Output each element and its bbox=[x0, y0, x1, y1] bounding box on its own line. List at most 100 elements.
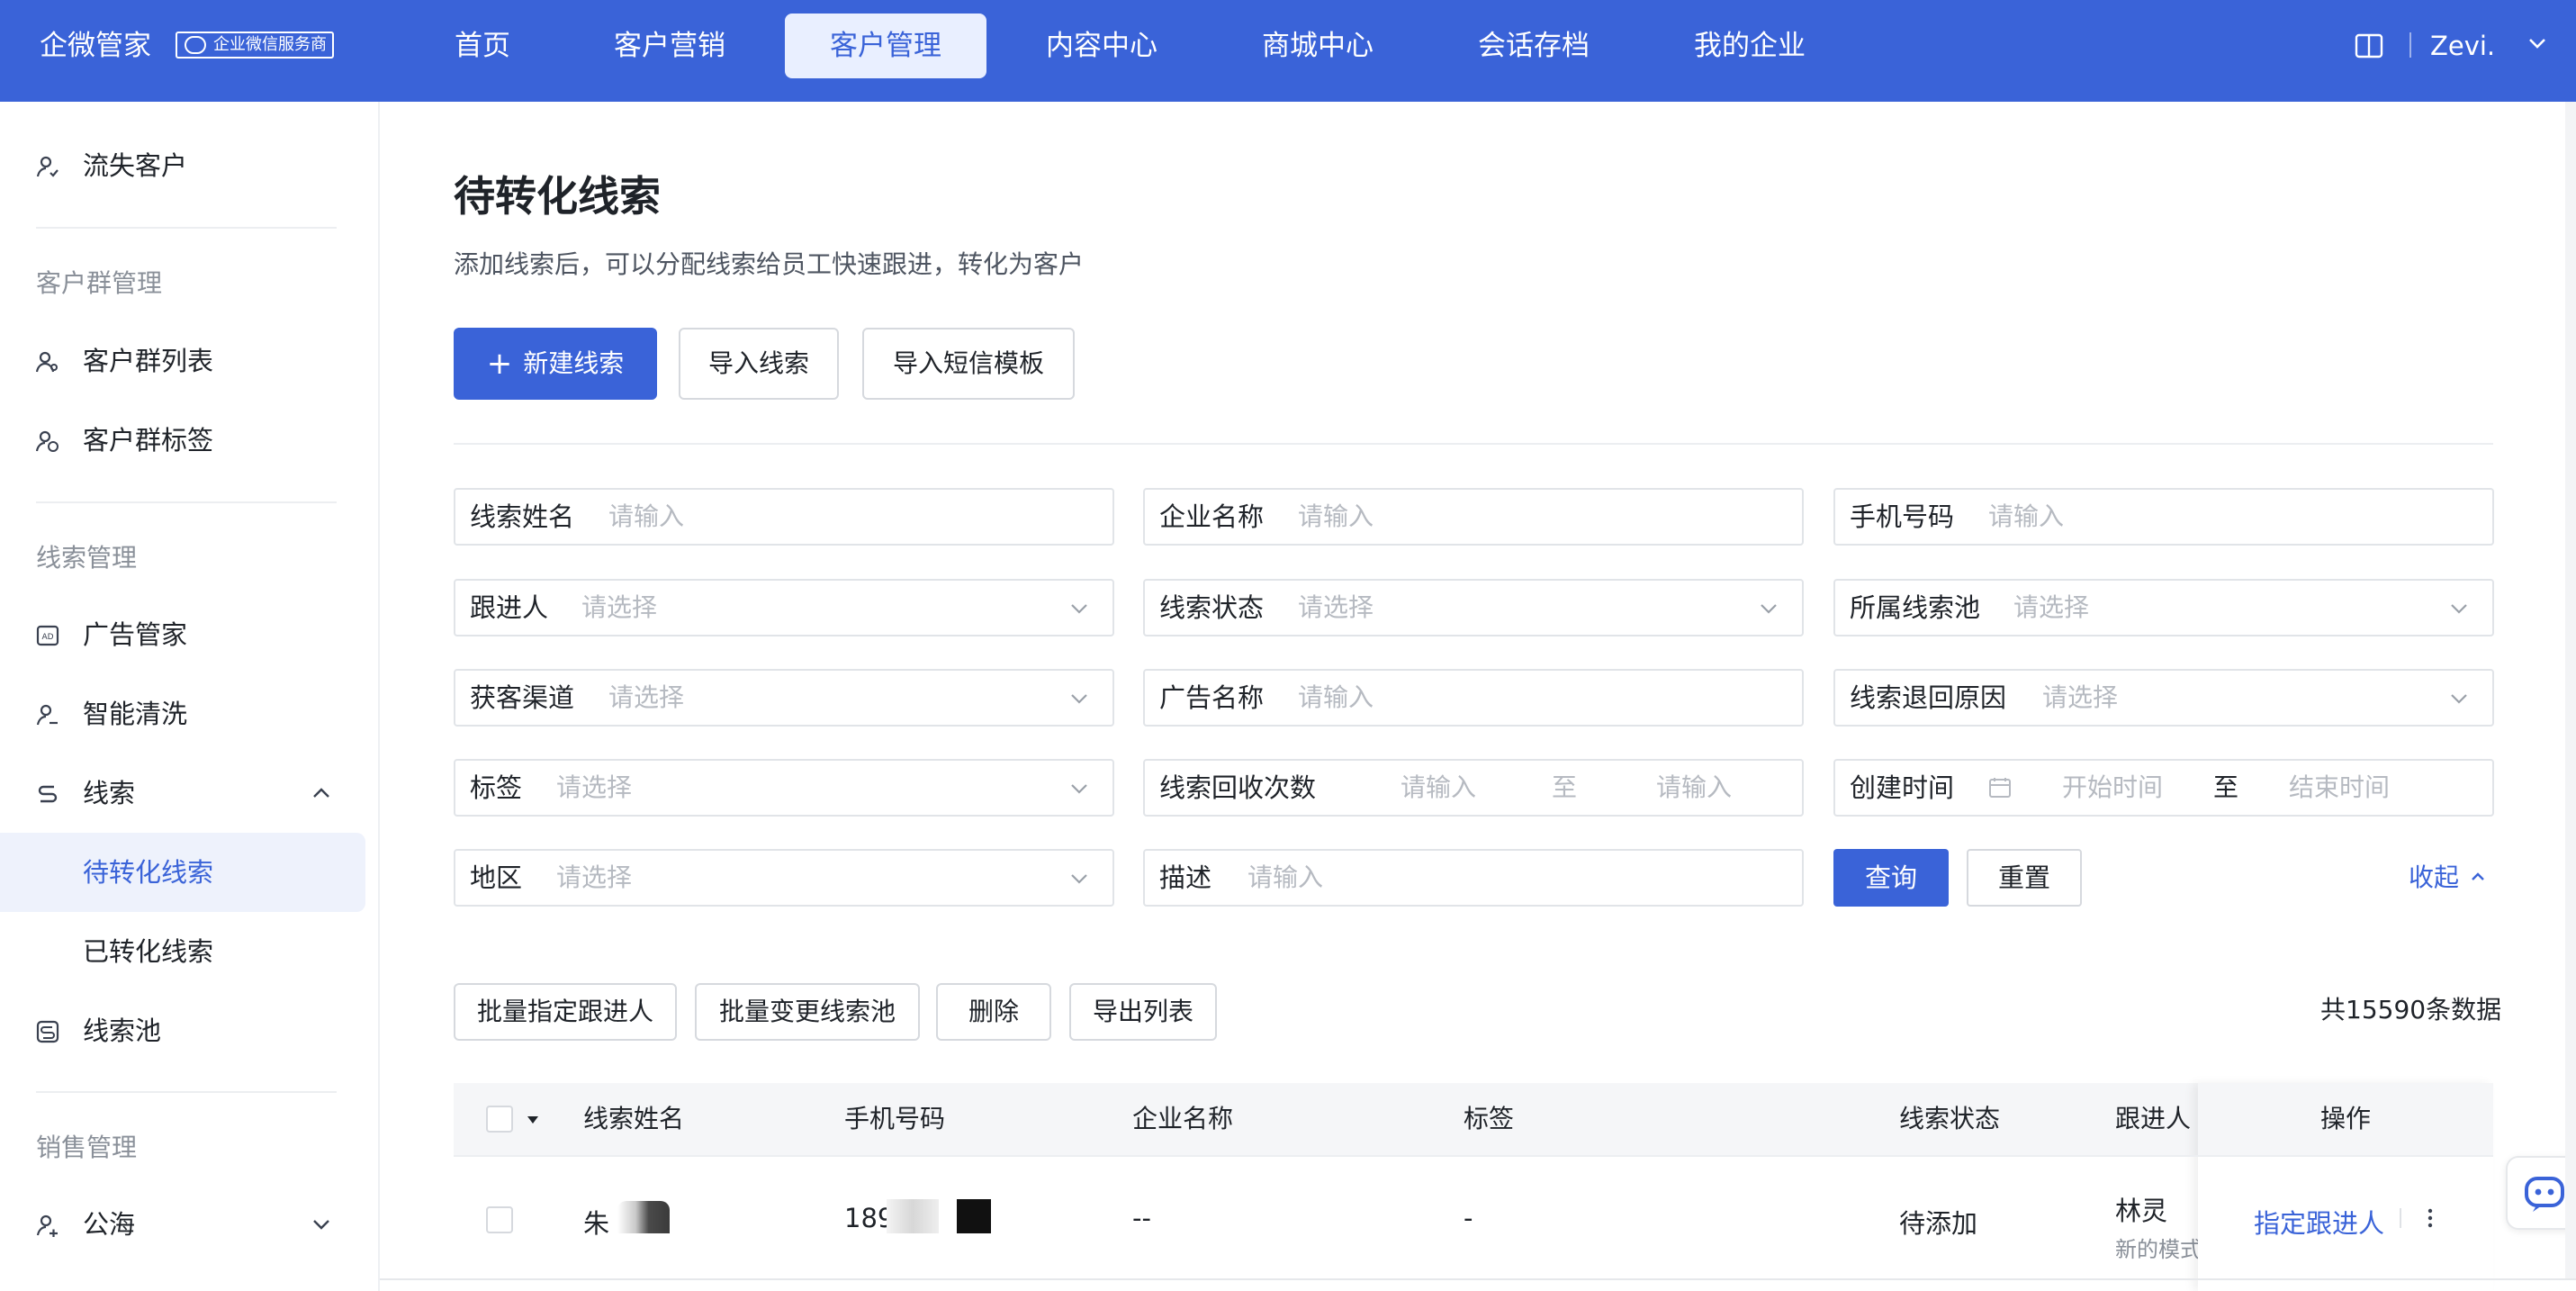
sidebar-item-high-seas[interactable]: 公海 bbox=[0, 1185, 365, 1264]
logo-text: 企微管家 bbox=[40, 30, 151, 62]
lead-name-placeholder: 请输入 bbox=[608, 501, 685, 531]
page-scrollbar[interactable] bbox=[2565, 102, 2576, 1278]
batch-assign-follower-button[interactable]: 批量指定跟进人 bbox=[454, 983, 677, 1041]
ad-icon: AD bbox=[36, 625, 59, 646]
more-icon[interactable] bbox=[2425, 1205, 2436, 1231]
phone-field[interactable]: 手机号码 请输入 bbox=[1833, 488, 2494, 546]
recycle-count-to-input[interactable]: 请输入 bbox=[1656, 761, 1732, 815]
batch-change-pool-button[interactable]: 批量变更线索池 bbox=[695, 983, 920, 1041]
column-header-phone: 手机号码 bbox=[844, 1104, 946, 1133]
created-time-label: 创建时间 bbox=[1850, 772, 1955, 803]
group-tag-icon bbox=[36, 430, 59, 452]
lead-name-label: 线索姓名 bbox=[470, 501, 575, 532]
nav-home[interactable]: 首页 bbox=[428, 14, 536, 78]
start-time-input[interactable]: 开始时间 bbox=[2062, 761, 2163, 815]
chevron-down-icon bbox=[2451, 604, 2467, 614]
column-header-company: 企业名称 bbox=[1132, 1104, 1234, 1133]
lead-status-select[interactable]: 线索状态 请选择 bbox=[1143, 579, 1804, 636]
sidebar-item-label: 智能清洗 bbox=[83, 699, 188, 729]
channel-select[interactable]: 获客渠道 请选择 bbox=[454, 669, 1114, 727]
lead-name-field[interactable]: 线索姓名 请输入 bbox=[454, 488, 1114, 546]
nav-customer-marketing[interactable]: 客户营销 bbox=[599, 14, 740, 78]
reset-button[interactable]: 重置 bbox=[1967, 849, 2082, 907]
sidebar-item-lost-customers[interactable]: 流失客户 bbox=[0, 126, 365, 205]
chevron-down-icon bbox=[2451, 694, 2467, 704]
lead-name-cell[interactable]: 朱 bbox=[583, 1203, 609, 1241]
table-header-divider bbox=[454, 1155, 2493, 1157]
column-header-lead-name: 线索姓名 bbox=[583, 1104, 685, 1133]
lead-icon bbox=[38, 785, 58, 803]
tags-placeholder: 请选择 bbox=[556, 772, 633, 802]
chat-bot-icon bbox=[2525, 1177, 2564, 1212]
user-name[interactable]: Zevi. bbox=[2430, 27, 2495, 65]
company-label: 企业名称 bbox=[1159, 501, 1265, 532]
sidebar-subitem-converted-leads[interactable]: 已转化线索 bbox=[0, 912, 365, 991]
range-to-label: 至 bbox=[1552, 772, 1578, 802]
company-placeholder: 请输入 bbox=[1298, 501, 1374, 531]
new-lead-label: 新建线索 bbox=[523, 348, 625, 378]
chevron-down-icon[interactable] bbox=[311, 1217, 331, 1232]
created-time-range[interactable]: 创建时间 开始时间 至 结束时间 bbox=[1833, 759, 2494, 817]
service-provider-label: 企业微信服务商 bbox=[213, 35, 327, 54]
lead-status-label: 线索状态 bbox=[1159, 592, 1265, 623]
export-list-button[interactable]: 导出列表 bbox=[1069, 983, 1217, 1041]
wecom-logo-icon bbox=[185, 36, 206, 54]
company-cell: -- bbox=[1132, 1203, 1151, 1233]
sidebar-item-group-list[interactable]: 客户群列表 bbox=[0, 321, 365, 401]
channel-placeholder: 请选择 bbox=[608, 682, 685, 712]
sidebar-item-label: 公海 bbox=[83, 1209, 136, 1240]
sidebar-item-smart-clean[interactable]: 智能清洗 bbox=[0, 674, 365, 754]
sidebar-item-lead-pool[interactable]: 线索池 bbox=[0, 991, 365, 1070]
query-button[interactable]: 查询 bbox=[1833, 849, 1949, 907]
sidebar-section-sales: 销售管理 bbox=[36, 1133, 138, 1162]
action-divider bbox=[2400, 1208, 2401, 1228]
assign-follower-link[interactable]: 指定跟进人 bbox=[2254, 1203, 2384, 1241]
new-lead-button[interactable]: + 新建线索 bbox=[454, 328, 657, 400]
delete-button[interactable]: 删除 bbox=[936, 983, 1051, 1041]
sidebar-section-group: 客户群管理 bbox=[36, 268, 163, 298]
ad-name-field[interactable]: 广告名称 请输入 bbox=[1143, 669, 1804, 727]
return-reason-label: 线索退回原因 bbox=[1850, 682, 2007, 713]
tags-select[interactable]: 标签 请选择 bbox=[454, 759, 1114, 817]
sidebar-item-leads[interactable]: 线索 bbox=[0, 754, 365, 833]
chevron-up-icon[interactable] bbox=[311, 786, 331, 800]
nav-customer-management[interactable]: 客户管理 bbox=[785, 14, 986, 78]
column-header-tags: 标签 bbox=[1464, 1104, 1515, 1133]
recycle-count-range[interactable]: 线索回收次数 请输入 至 请输入 bbox=[1143, 759, 1804, 817]
recycle-count-label: 线索回收次数 bbox=[1159, 772, 1317, 803]
user-icon bbox=[36, 156, 59, 177]
nav-session-archive[interactable]: 会话存档 bbox=[1464, 14, 1604, 78]
phone-label: 手机号码 bbox=[1850, 501, 1955, 532]
redacted-phone-block bbox=[887, 1199, 939, 1233]
chevron-up-icon[interactable] bbox=[2470, 871, 2486, 882]
nav-mall-center[interactable]: 商城中心 bbox=[1247, 14, 1388, 78]
book-icon[interactable] bbox=[2355, 32, 2383, 59]
lead-pool-select[interactable]: 所属线索池 请选择 bbox=[1833, 579, 2494, 636]
region-label: 地区 bbox=[470, 862, 523, 893]
follower-select[interactable]: 跟进人 请选择 bbox=[454, 579, 1114, 636]
sidebar-subitem-label: 已转化线索 bbox=[83, 936, 214, 967]
nav-my-enterprise[interactable]: 我的企业 bbox=[1680, 14, 1820, 78]
region-select[interactable]: 地区 请选择 bbox=[454, 849, 1114, 907]
return-reason-select[interactable]: 线索退回原因 请选择 bbox=[1833, 669, 2494, 727]
sidebar-item-group-tags[interactable]: 客户群标签 bbox=[0, 401, 365, 480]
company-field[interactable]: 企业名称 请输入 bbox=[1143, 488, 1804, 546]
chevron-down-icon[interactable] bbox=[2527, 36, 2547, 50]
lead-pool-label: 所属线索池 bbox=[1850, 592, 1981, 623]
select-all-checkbox[interactable] bbox=[486, 1106, 513, 1133]
collapse-filters-link[interactable]: 收起 bbox=[2409, 858, 2459, 898]
column-header-status: 线索状态 bbox=[1899, 1104, 2001, 1133]
calendar-icon bbox=[1989, 778, 2011, 798]
top-divider bbox=[2409, 32, 2411, 58]
import-leads-button[interactable]: 导入线索 bbox=[679, 328, 839, 400]
end-time-input[interactable]: 结束时间 bbox=[2289, 761, 2390, 815]
select-dropdown-caret-icon[interactable] bbox=[527, 1116, 538, 1124]
follower-cell: 林灵 bbox=[2115, 1196, 2168, 1226]
nav-content-center[interactable]: 内容中心 bbox=[1031, 14, 1172, 78]
recycle-count-from-input[interactable]: 请输入 bbox=[1401, 761, 1476, 815]
import-sms-template-button[interactable]: 导入短信模板 bbox=[862, 328, 1075, 400]
sidebar-item-ad-manager[interactable]: AD 广告管家 bbox=[0, 595, 365, 674]
description-field[interactable]: 描述 请输入 bbox=[1143, 849, 1804, 907]
row-checkbox[interactable] bbox=[486, 1206, 513, 1233]
sidebar-subitem-pending-leads[interactable]: 待转化线索 bbox=[0, 833, 365, 912]
